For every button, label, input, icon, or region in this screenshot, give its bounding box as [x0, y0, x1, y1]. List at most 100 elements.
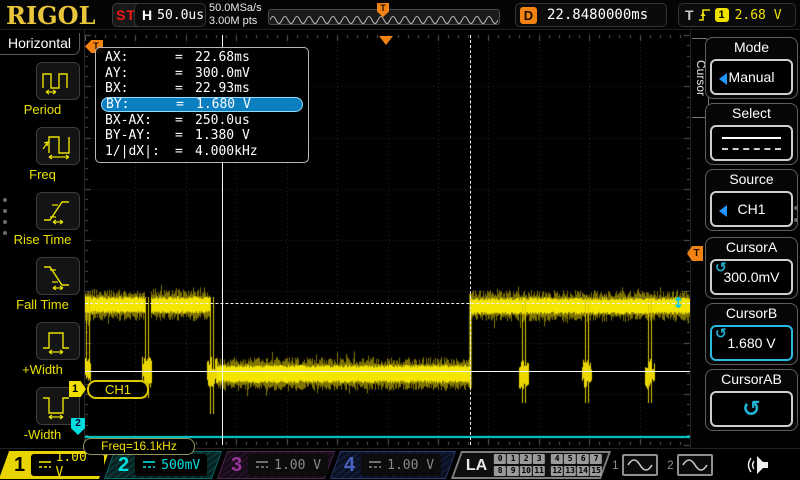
la-d7: 7 — [590, 454, 602, 464]
readout-row-ay: AY:=300.0mV — [101, 66, 303, 82]
trigger-slope-icon — [698, 7, 711, 23]
cursor-b-vline[interactable] — [470, 35, 471, 445]
cursor-a-hline[interactable] — [85, 371, 690, 372]
trigger-source-badge: 1 — [715, 8, 729, 22]
cursor-a-value: 300.0mV — [723, 269, 779, 285]
oscilloscope-screen: RIGOL STOP H 50.0us 50.0MSa/s 3.00M pts … — [0, 0, 800, 480]
la-d5: 5 — [564, 454, 576, 464]
source1-number: 1 — [612, 458, 619, 472]
ch1-status-block[interactable]: 1 1.00 V — [0, 451, 109, 479]
la-digit-grid: 0 1 2 3 4 5 6 7 8 9 10 11 — [494, 454, 603, 477]
rise-time-icon — [41, 197, 75, 225]
trigger-label: T — [685, 7, 694, 23]
la-d4: 4 — [551, 454, 563, 464]
delay-label: D — [520, 7, 537, 24]
measure-menu-title: Horizontal — [0, 33, 80, 55]
measure-freq-label: Freq — [0, 167, 85, 182]
trigger-box[interactable]: T 1 2.68 V — [678, 3, 796, 27]
select-button[interactable] — [710, 125, 793, 161]
sample-rate: 50.0MSa/s — [209, 2, 267, 15]
source2-number: 2 — [667, 458, 674, 472]
measure-period-label: Period — [0, 102, 85, 117]
source-button[interactable]: CH1 — [710, 191, 793, 227]
readout-row-bx: BX:=22.93ms — [101, 81, 303, 97]
cursor-b-button[interactable]: ↺ 1.680 V — [710, 325, 793, 361]
cursor-a-button[interactable]: ↺ 300.0mV — [710, 259, 793, 295]
acquisition-info: 50.0MSa/s 3.00M pts — [209, 2, 267, 29]
timebase-box[interactable]: H 50.0us — [134, 3, 206, 27]
ch4-status-block[interactable]: 4 1.00 V — [330, 451, 456, 479]
delay-box[interactable]: D 22.8480000ms — [515, 3, 667, 27]
freq-icon — [41, 132, 75, 160]
top-status-bar: RIGOL STOP H 50.0us 50.0MSa/s 3.00M pts … — [0, 0, 800, 30]
measure-fall-time-button[interactable] — [36, 257, 80, 295]
source-label: Source — [706, 170, 797, 190]
la-d8: 8 — [494, 466, 506, 476]
measure-freq-button[interactable] — [36, 127, 80, 165]
softkey-page-dots — [794, 206, 798, 230]
ch4-number: 4 — [344, 451, 355, 479]
mode-label: Mode — [706, 38, 797, 58]
cursor-ab-label: CursorAB — [706, 370, 797, 390]
select-arrow-icon — [719, 205, 727, 217]
mode-value: Manual — [729, 69, 775, 85]
la-d1: 1 — [507, 454, 519, 464]
sine-wave-icon — [682, 458, 708, 472]
plus-width-icon — [41, 327, 75, 355]
source2-status-block[interactable]: 2 — [662, 451, 724, 479]
la-d3: 3 — [533, 454, 545, 464]
dc-coupling-icon — [38, 460, 50, 470]
source1-status-block[interactable]: 1 — [607, 451, 669, 479]
measure-rise-time-label: Rise Time — [0, 232, 85, 247]
measure-pos-width-label: +Width — [0, 362, 85, 377]
measure-pos-width-button[interactable] — [36, 322, 80, 360]
la-status-block[interactable]: LA 0 1 2 3 4 5 6 7 8 9 — [451, 451, 611, 479]
menu-group-cursor-a: CursorA ↺ 300.0mV — [705, 237, 798, 299]
cursor-line-style-icon — [712, 137, 791, 150]
knob-icon: ↺ — [715, 260, 727, 276]
la-d2: 2 — [520, 454, 532, 464]
ch1-number: 1 — [14, 451, 25, 479]
mode-button[interactable]: Manual — [710, 59, 793, 95]
cursor-ab-button[interactable]: ↺ — [710, 391, 793, 427]
ch2-scale: 500mV — [161, 458, 200, 473]
cursor-a-label: CursorA — [706, 238, 797, 258]
cursor-b-hline[interactable] — [85, 303, 690, 304]
readout-row-ax: AX:=22.68ms — [101, 50, 303, 66]
menu-group-source: Source CH1 — [705, 169, 798, 231]
la-d12: 12 — [551, 466, 563, 476]
cursor-b-label: CursorB — [706, 304, 797, 324]
timebase-value: 50.0us — [157, 8, 204, 23]
la-d9: 9 — [507, 466, 519, 476]
la-d14: 14 — [577, 466, 589, 476]
ch3-number: 3 — [231, 451, 242, 479]
sine-wave-icon — [627, 458, 653, 472]
la-d0: 0 — [494, 454, 506, 464]
frequency-counter: Freq=16.1kHz — [83, 438, 195, 455]
select-arrow-icon — [719, 73, 727, 85]
select-label: Select — [706, 104, 797, 124]
menu-group-cursor-ab: CursorAB ↺ — [705, 369, 798, 431]
cursor-b-adjust-icon[interactable]: ↕ — [672, 294, 685, 312]
menu-group-select: Select — [705, 103, 798, 165]
right-softkey-menu: Cursor Mode Manual Select Source CH1 — [690, 30, 800, 448]
period-icon — [41, 67, 75, 95]
fall-time-icon — [41, 262, 75, 290]
cursor-b-value: 1.680 V — [727, 335, 775, 351]
readout-row-by-ay: BY-AY:=1.380 V — [101, 128, 303, 144]
trigger-level-value: 2.68 V — [735, 8, 782, 23]
trigger-position-marker-icon[interactable] — [379, 36, 393, 45]
la-d10: 10 — [520, 466, 532, 476]
measure-rise-time-button[interactable] — [36, 192, 80, 230]
measure-period-button[interactable] — [36, 62, 80, 100]
knob-icon: ↺ — [742, 397, 760, 422]
la-d13: 13 — [564, 466, 576, 476]
waveform-memory-preview[interactable]: T — [268, 9, 500, 25]
dc-coupling-icon — [142, 460, 156, 470]
rigol-logo: RIGOL — [6, 1, 95, 30]
ch3-scale: 1.00 V — [274, 458, 321, 473]
readout-row-inv-dx: 1/|dX|:=4.000kHz — [101, 144, 303, 160]
ch3-status-block[interactable]: 3 1.00 V — [217, 451, 335, 479]
source-value: CH1 — [737, 201, 765, 217]
ch2-status-block[interactable]: 2 500mV — [104, 451, 222, 479]
